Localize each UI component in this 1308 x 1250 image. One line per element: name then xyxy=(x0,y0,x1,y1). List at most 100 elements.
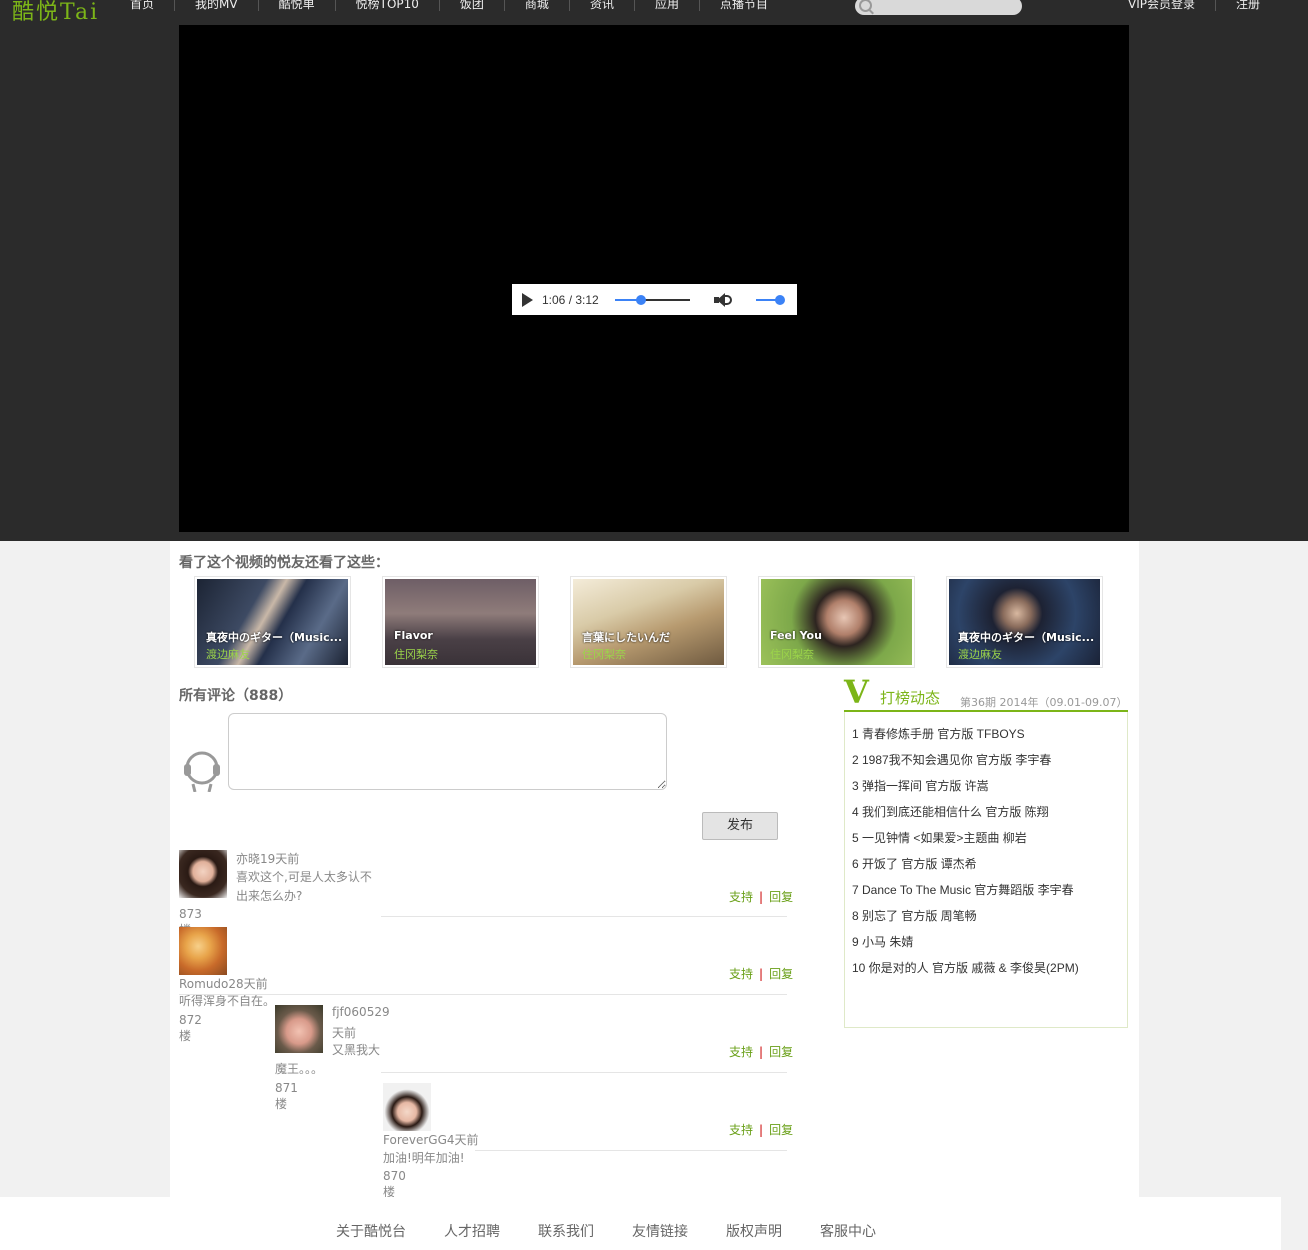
default-avatar-icon xyxy=(184,751,220,792)
chart-list: 1 青春修炼手册 官方版 TFBOYS 2 1987我不知会遇见你 官方版 李宇… xyxy=(852,723,1079,983)
nav-item-news[interactable]: 资讯 xyxy=(570,0,635,11)
nav-item-store[interactable]: 商城 xyxy=(505,0,570,11)
related-title: 看了这个视频的悦友还看了这些： xyxy=(179,555,389,571)
thumbnail-image[interactable]: Flavor 住冈梨奈 xyxy=(385,579,536,665)
related-item-title[interactable]: 真夜中のギター（Music... xyxy=(206,629,342,645)
action-separator: | xyxy=(759,1123,764,1137)
reply-link[interactable]: 回复 xyxy=(769,1123,793,1137)
comment-text: 又黑我大魔王。。。 xyxy=(275,1043,381,1076)
publish-button[interactable]: 发布 xyxy=(702,812,778,840)
progress-slider[interactable] xyxy=(614,294,690,305)
nav-item-apps[interactable]: 应用 xyxy=(635,0,700,11)
chart-item[interactable]: 10 你是对的人 官方版 戚薇 & 李俊昊(2PM) xyxy=(852,957,1079,983)
thumbnail-image[interactable]: Feel You 住冈梨奈 xyxy=(761,579,912,665)
related-item-artist[interactable]: 渡边麻友 xyxy=(206,646,250,662)
footer-link-about[interactable]: 关于酷悦台 xyxy=(336,1221,406,1241)
action-separator: | xyxy=(759,1045,764,1059)
site-logo[interactable]: 酷悦Tai xyxy=(12,0,99,26)
comment-floor: 871楼 xyxy=(275,1081,298,1111)
support-link[interactable]: 支持 xyxy=(729,1123,753,1137)
comment-textarea[interactable] xyxy=(228,713,667,790)
search-icon[interactable] xyxy=(859,0,872,12)
divider xyxy=(179,994,787,995)
divider xyxy=(381,916,787,917)
avatar[interactable] xyxy=(179,850,227,898)
comment-actions: 支持 | 回复 xyxy=(729,965,793,982)
related-item-title[interactable]: Feel You xyxy=(770,629,822,642)
nav-item-playlist[interactable]: 酷悦单 xyxy=(259,0,336,11)
thumbnail-image[interactable]: 真夜中のギター（Music... 渡边麻友 xyxy=(197,579,348,665)
related-item-title[interactable]: Flavor xyxy=(394,629,433,642)
comment-floor: 872楼 xyxy=(179,1013,202,1043)
volume-handle[interactable] xyxy=(774,294,785,305)
footer-link-contact[interactable]: 联系我们 xyxy=(538,1221,594,1241)
comment-author[interactable]: fjf060529 xyxy=(332,1005,390,1019)
related-item-artist[interactable]: 住冈梨奈 xyxy=(582,646,626,662)
comment-text: 喜欢这个,可是人太多认不出来怎么办? xyxy=(236,870,372,903)
top-nav-bar: 酷悦Tai 首页 我的MV 酷悦单 悦榜TOP10 饭团 商城 资讯 应用 点播… xyxy=(0,0,1308,25)
thumbnail-image[interactable]: 真夜中のギター（Music... 渡边麻友 xyxy=(949,579,1100,665)
chart-item[interactable]: 4 我们到底还能相信什么 官方版 陈翔 xyxy=(852,801,1079,827)
support-link[interactable]: 支持 xyxy=(729,1045,753,1059)
nav-item-fan-club[interactable]: 饭团 xyxy=(440,0,505,11)
comment-actions: 支持 | 回复 xyxy=(729,1043,793,1060)
comment-floor: 870楼 xyxy=(383,1169,406,1199)
chart-header: V 打榜动态 第36期 2014年（09.01-09.07） xyxy=(844,676,1128,718)
register-link[interactable]: 注册 xyxy=(1214,0,1280,11)
footer-link-jobs[interactable]: 人才招聘 xyxy=(444,1221,500,1241)
related-item-title[interactable]: 言葉にしたいんだ xyxy=(582,629,670,645)
footer: 关于酷悦台 人才招聘 联系我们 友情链接 版权声明 客服中心 xyxy=(0,1197,1281,1250)
related-item[interactable]: 言葉にしたいんだ 住冈梨奈 xyxy=(570,576,727,668)
related-item-title[interactable]: 真夜中のギター（Music... xyxy=(958,629,1094,645)
chart-item[interactable]: 3 弹指一挥间 官方版 许嵩 xyxy=(852,775,1079,801)
related-item[interactable]: 真夜中のギター（Music... 渡边麻友 xyxy=(946,576,1103,668)
media-controls: 1:06 / 3:12 xyxy=(512,284,797,315)
chart-item[interactable]: 5 一见钟情 <如果爱>主题曲 柳岩 xyxy=(852,827,1079,853)
chart-title[interactable]: 打榜动态 xyxy=(880,687,940,708)
comment-author[interactable]: 亦晓19天前 xyxy=(236,850,299,867)
footer-link-copyright[interactable]: 版权声明 xyxy=(726,1221,782,1241)
comment-actions: 支持 | 回复 xyxy=(729,888,793,905)
chart-item[interactable]: 8 别忘了 官方版 周笔畅 xyxy=(852,905,1079,931)
related-item[interactable]: Feel You 住冈梨奈 xyxy=(758,576,915,668)
footer-links: 关于酷悦台 人才招聘 联系我们 友情链接 版权声明 客服中心 xyxy=(336,1221,914,1241)
divider xyxy=(475,1150,787,1151)
chart-item[interactable]: 6 开饭了 官方版 谭杰希 xyxy=(852,853,1079,879)
related-item-artist[interactable]: 住冈梨奈 xyxy=(770,646,814,662)
avatar[interactable] xyxy=(383,1083,431,1131)
divider xyxy=(381,1072,787,1073)
related-item[interactable]: Flavor 住冈梨奈 xyxy=(382,576,539,668)
nav-item-my-mv[interactable]: 我的MV xyxy=(175,0,259,11)
chart-item[interactable]: 2 1987我不知会遇见你 官方版 李宇春 xyxy=(852,749,1079,775)
footer-link-friends[interactable]: 友情链接 xyxy=(632,1221,688,1241)
nav-item-on-demand[interactable]: 点播节目 xyxy=(700,0,788,11)
video-player[interactable]: 1:06 / 3:12 xyxy=(179,25,1129,532)
action-separator: | xyxy=(759,967,764,981)
chart-item[interactable]: 9 小马 朱婧 xyxy=(852,931,1079,957)
support-link[interactable]: 支持 xyxy=(729,967,753,981)
search-input[interactable] xyxy=(855,0,1022,15)
support-link[interactable]: 支持 xyxy=(729,890,753,904)
chart-item[interactable]: 7 Dance To The Music 官方舞蹈版 李宇春 xyxy=(852,879,1079,905)
reply-link[interactable]: 回复 xyxy=(769,967,793,981)
play-icon[interactable] xyxy=(522,292,533,307)
nav-item-home[interactable]: 首页 xyxy=(110,0,176,11)
comment-text: 加油!明年加油! xyxy=(383,1151,465,1165)
reply-link[interactable]: 回复 xyxy=(769,1045,793,1059)
nav-item-top10[interactable]: 悦榜TOP10 xyxy=(336,0,440,11)
chart-item[interactable]: 1 青春修炼手册 官方版 TFBOYS xyxy=(852,723,1079,749)
volume-slider[interactable] xyxy=(755,294,785,305)
volume-icon[interactable] xyxy=(713,292,732,308)
progress-handle[interactable] xyxy=(635,294,646,305)
comment-author[interactable]: Romudo28天前 xyxy=(179,975,268,992)
avatar[interactable] xyxy=(179,927,227,975)
thumbnail-image[interactable]: 言葉にしたいんだ 住冈梨奈 xyxy=(573,579,724,665)
vip-login-link[interactable]: VIP会员登录 xyxy=(1108,0,1215,11)
comment-author[interactable]: ForeverGG4天前 xyxy=(383,1131,479,1148)
comment-time: 天前 xyxy=(332,1026,357,1040)
related-item-artist[interactable]: 住冈梨奈 xyxy=(394,646,438,662)
footer-link-support[interactable]: 客服中心 xyxy=(820,1221,876,1241)
related-item[interactable]: 真夜中のギター（Music... 渡边麻友 xyxy=(194,576,351,668)
related-item-artist[interactable]: 渡边麻友 xyxy=(958,646,1002,662)
reply-link[interactable]: 回复 xyxy=(769,890,793,904)
